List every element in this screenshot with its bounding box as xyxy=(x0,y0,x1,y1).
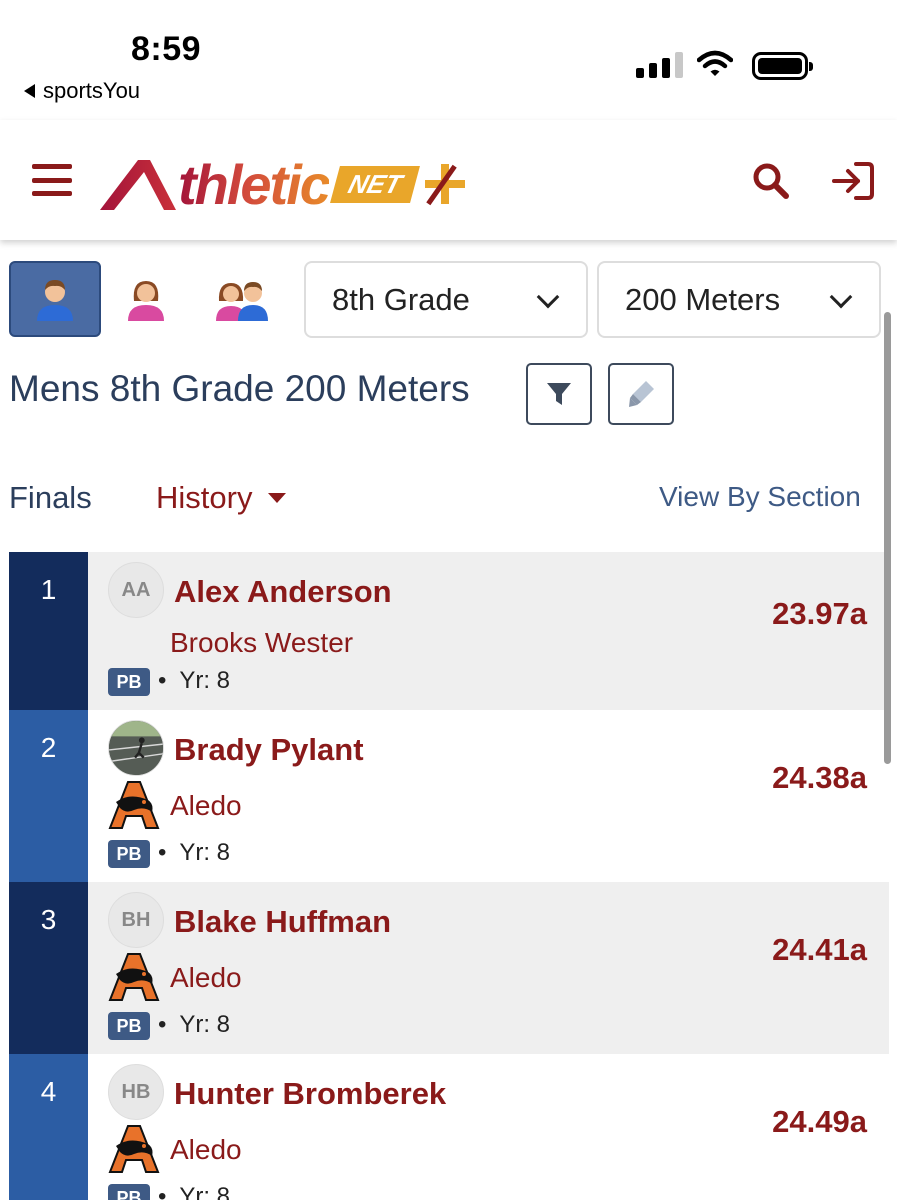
team-name-link[interactable]: Aledo xyxy=(170,1134,242,1166)
rank-number: 2 xyxy=(9,710,88,882)
athlete-name-link[interactable]: Alex Anderson xyxy=(174,574,392,610)
aledo-logo-icon xyxy=(108,953,160,1001)
rank-number: 3 xyxy=(9,882,88,1054)
result-mark[interactable]: 23.97a xyxy=(772,596,867,632)
battery-icon xyxy=(752,52,813,80)
athleticnet-logo[interactable]: thletic NET xyxy=(98,152,465,216)
male-icon xyxy=(37,280,73,321)
result-row[interactable]: 3 BH Blake Huffman Aledo PB • Yr: 8 24.4… xyxy=(9,882,889,1054)
result-mark[interactable]: 24.49a xyxy=(772,1104,867,1140)
female-icon xyxy=(128,281,164,321)
plus-icon xyxy=(424,164,465,206)
result-row[interactable]: 2 Brady Pylant Aledo PB • Yr: 8 24.38a xyxy=(9,710,889,882)
highlighter-icon xyxy=(629,381,654,407)
athlete-year: • Yr: 8 xyxy=(158,667,230,694)
athlete-name-link[interactable]: Brady Pylant xyxy=(174,732,364,768)
result-mark[interactable]: 24.38a xyxy=(772,760,867,796)
cellular-signal-icon xyxy=(636,52,683,78)
status-bar: 8:59 sportsYou xyxy=(0,0,897,120)
aledo-logo-icon xyxy=(108,781,160,829)
result-mark[interactable]: 24.41a xyxy=(772,932,867,968)
result-row[interactable]: 4 HB Hunter Bromberek Aledo PB • Yr: 8 2… xyxy=(9,1054,889,1200)
event-select-value: 200 Meters xyxy=(625,281,781,317)
pb-badge: PB xyxy=(108,668,150,696)
team-name-link[interactable]: Aledo xyxy=(170,962,242,994)
athlete-avatar: AA xyxy=(108,562,164,618)
team-name-link[interactable]: Brooks Wester xyxy=(170,627,353,659)
athlete-year: • Yr: 8 xyxy=(158,1011,230,1038)
rank-number: 4 xyxy=(9,1054,88,1200)
login-icon[interactable] xyxy=(830,160,876,202)
menu-icon[interactable] xyxy=(32,164,72,196)
athlete-avatar: HB xyxy=(108,1064,164,1120)
search-icon[interactable] xyxy=(752,162,790,200)
back-app-label: sportsYou xyxy=(43,78,141,103)
logo-wordmark: thletic xyxy=(178,152,331,216)
rank-number: 1 xyxy=(9,552,88,710)
pb-badge: PB xyxy=(108,1184,150,1200)
athlete-year: • Yr: 8 xyxy=(158,839,230,866)
back-to-app-link[interactable]: sportsYou xyxy=(24,78,140,104)
gender-male-button[interactable] xyxy=(9,261,101,337)
page-title: Mens 8th Grade 200 Meters xyxy=(9,368,470,409)
runner-photo-icon xyxy=(109,721,163,775)
event-select[interactable]: 200 Meters xyxy=(597,261,881,338)
status-time: 8:59 xyxy=(131,30,202,68)
view-by-section-link[interactable]: View By Section xyxy=(659,481,861,513)
grade-select[interactable]: 8th Grade xyxy=(304,261,588,338)
athlete-year: • Yr: 8 xyxy=(158,1183,230,1200)
pb-badge: PB xyxy=(108,1012,150,1040)
team-name-link[interactable]: Aledo xyxy=(170,790,242,822)
tab-finals[interactable]: Finals xyxy=(9,480,92,516)
logo-a-icon xyxy=(100,160,176,210)
both-genders-icon xyxy=(216,282,268,321)
grade-select-value: 8th Grade xyxy=(332,281,470,317)
highlight-button[interactable] xyxy=(608,363,674,425)
aledo-logo-icon xyxy=(108,1125,160,1173)
athlete-avatar: BH xyxy=(108,892,164,948)
gender-female-button[interactable] xyxy=(100,261,192,337)
gender-both-button[interactable] xyxy=(197,261,289,337)
wifi-icon xyxy=(697,50,733,76)
pb-badge: PB xyxy=(108,840,150,868)
back-arrow-icon xyxy=(24,84,35,98)
logo-net-badge: NET xyxy=(329,165,420,203)
app-header: thletic NET xyxy=(0,120,897,240)
tab-history-label: History xyxy=(156,480,253,515)
tab-history[interactable]: History xyxy=(156,480,287,516)
athlete-name-link[interactable]: Hunter Bromberek xyxy=(174,1076,446,1112)
filter-button[interactable] xyxy=(526,363,592,425)
chevron-down-icon xyxy=(536,285,560,309)
athlete-name-link[interactable]: Blake Huffman xyxy=(174,904,391,940)
chevron-down-icon xyxy=(829,285,853,309)
scrollbar[interactable] xyxy=(884,312,891,764)
filter-icon xyxy=(547,383,571,405)
athlete-photo xyxy=(108,720,164,776)
result-row[interactable]: 1 AA Alex Anderson Brooks Wester PB • Yr… xyxy=(9,552,889,710)
caret-down-icon xyxy=(268,493,287,503)
